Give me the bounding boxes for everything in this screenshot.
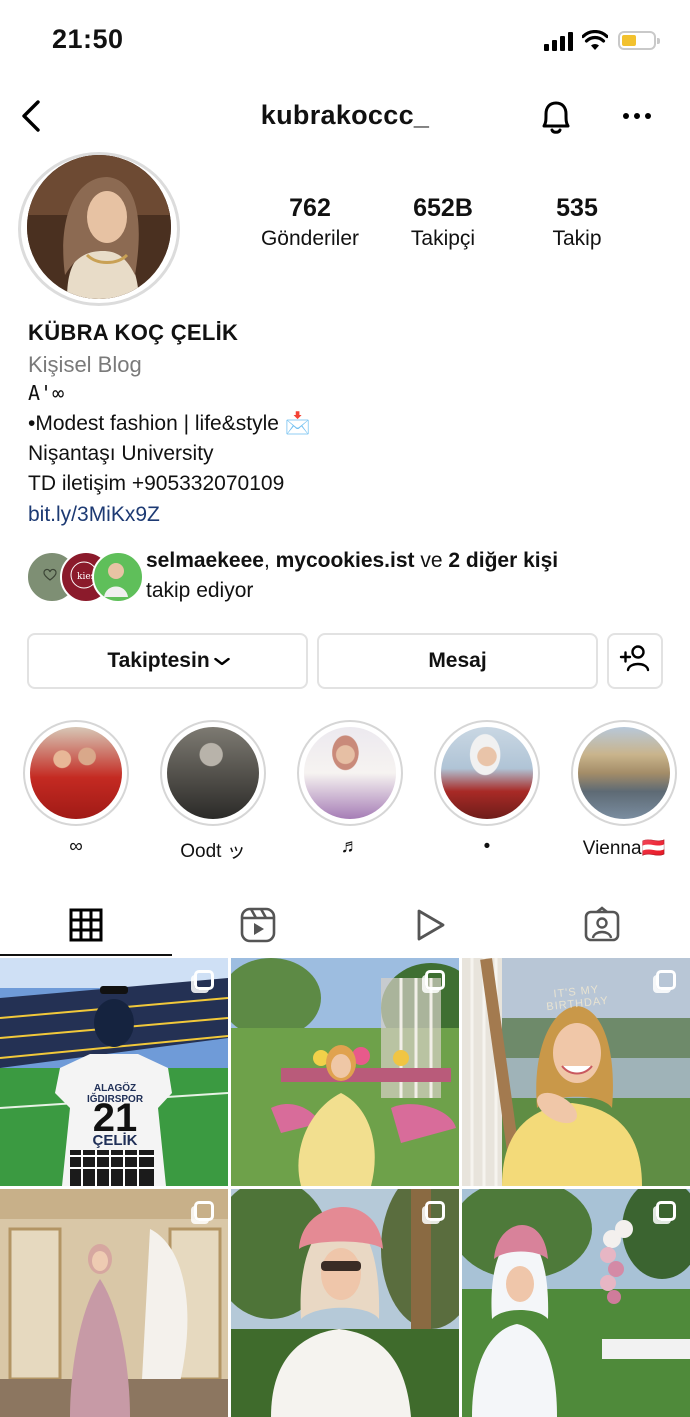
highlight-cover	[441, 727, 533, 819]
highlight-caption: ∞	[69, 836, 83, 857]
carousel-icon	[194, 970, 214, 990]
bio-line: A'∞	[28, 381, 65, 405]
carousel-icon	[656, 1201, 676, 1221]
active-tab-indicator	[0, 954, 172, 956]
carousel-icon	[656, 970, 676, 990]
profile-username: kubrakoccc_	[260, 100, 430, 130]
stat-followers-value: 652B	[413, 194, 473, 222]
post-thumbnail[interactable]	[231, 1189, 459, 1417]
follower-avatar[interactable]	[92, 551, 144, 603]
followed-by-user[interactable]: mycookies.ist	[276, 549, 415, 572]
story-highlight[interactable]: ∞	[23, 720, 129, 858]
story-highlight-ring	[160, 720, 266, 826]
profile-display-name: KÜBRA KOÇ ÇELİK	[28, 320, 239, 345]
story-highlight-ring	[571, 720, 677, 826]
stat-followers-label: Takipçi	[410, 227, 476, 250]
grid-icon	[68, 907, 104, 948]
story-highlight-ring	[23, 720, 129, 826]
post-thumbnail[interactable]	[462, 1189, 690, 1417]
post-thumbnail[interactable]	[231, 958, 459, 1186]
stat-followers[interactable]: 652B Takipçi	[373, 194, 513, 251]
profile-avatar[interactable]	[27, 155, 171, 299]
suggest-users-button[interactable]	[607, 633, 663, 689]
post-thumbnail[interactable]	[0, 1189, 228, 1417]
bio-line: TD iletişim +905332070109	[28, 472, 285, 495]
tab-reels[interactable]	[172, 897, 344, 957]
highlight-caption: Oodt ッ	[180, 841, 246, 862]
profile-category: Kişisel Blog	[28, 352, 142, 377]
stat-following[interactable]: 535 Takip	[507, 194, 647, 251]
followed-by-user[interactable]: selmaekeee	[146, 549, 264, 572]
tagged-icon	[583, 905, 621, 949]
story-highlight[interactable]: Oodt ッ	[160, 720, 266, 863]
tab-videos[interactable]	[344, 897, 516, 957]
stat-posts-label: Gönderiler	[260, 227, 360, 250]
story-highlight-ring	[434, 720, 540, 826]
bio-link[interactable]: bit.ly/3MiKx9Z	[28, 503, 160, 527]
highlight-cover	[30, 727, 122, 819]
reels-icon	[239, 906, 277, 949]
followed-by-text[interactable]: selmaekeee, mycookies.ist ve 2 diğer kiş…	[146, 546, 666, 606]
stat-following-value: 535	[556, 194, 598, 222]
story-highlight[interactable]: Vienna🇦🇹	[571, 720, 677, 860]
highlight-caption: Vienna🇦🇹	[582, 838, 666, 859]
story-highlight[interactable]: •	[434, 720, 540, 858]
notification-bell-icon[interactable]	[536, 96, 576, 138]
message-button[interactable]: Mesaj	[317, 633, 598, 689]
tab-posts-grid[interactable]	[0, 897, 172, 957]
separator: ,	[263, 549, 276, 572]
wifi-icon	[581, 29, 609, 52]
followed-by-suffix: takip ediyor	[146, 579, 254, 602]
carousel-icon	[425, 1201, 445, 1221]
cellular-signal-icon	[544, 31, 576, 51]
status-time: 21:50	[52, 24, 124, 54]
highlight-caption: ♬	[340, 836, 360, 857]
tab-tagged[interactable]	[516, 897, 688, 957]
story-highlight[interactable]: ♬	[297, 720, 403, 858]
following-button[interactable]: Takiptesin	[27, 633, 308, 689]
post-thumbnail[interactable]: IT'S MY BIRTHDAY	[462, 958, 690, 1186]
following-button-label: Takiptesin	[107, 649, 210, 672]
carousel-icon	[425, 970, 445, 990]
battery-icon	[618, 31, 660, 50]
highlight-cover	[304, 727, 396, 819]
stat-posts-value: 762	[289, 194, 331, 222]
bio-line: Nişantaşı University	[28, 442, 214, 465]
highlight-cover	[578, 727, 670, 819]
highlight-cover	[167, 727, 259, 819]
connector: ve	[414, 549, 449, 572]
video-play-icon	[413, 907, 447, 948]
followed-by-others[interactable]: 2 diğer kişi	[448, 549, 558, 572]
bio-line: •Modest fashion | life&style 📩	[28, 412, 311, 435]
more-options-icon[interactable]	[620, 104, 654, 128]
add-person-icon	[619, 644, 651, 678]
message-button-label: Mesaj	[428, 649, 487, 672]
story-highlight-ring	[297, 720, 403, 826]
stat-posts[interactable]: 762 Gönderiler	[240, 194, 380, 251]
post-thumbnail[interactable]: ALAGÖZ IĞDIRSPOR 21 ÇELİK	[0, 958, 228, 1186]
carousel-icon	[194, 1201, 214, 1221]
stat-following-label: Takip	[552, 227, 602, 250]
jersey-name: ÇELİK	[92, 1132, 138, 1149]
chevron-down-icon	[213, 653, 230, 669]
highlight-caption: •	[483, 836, 491, 857]
